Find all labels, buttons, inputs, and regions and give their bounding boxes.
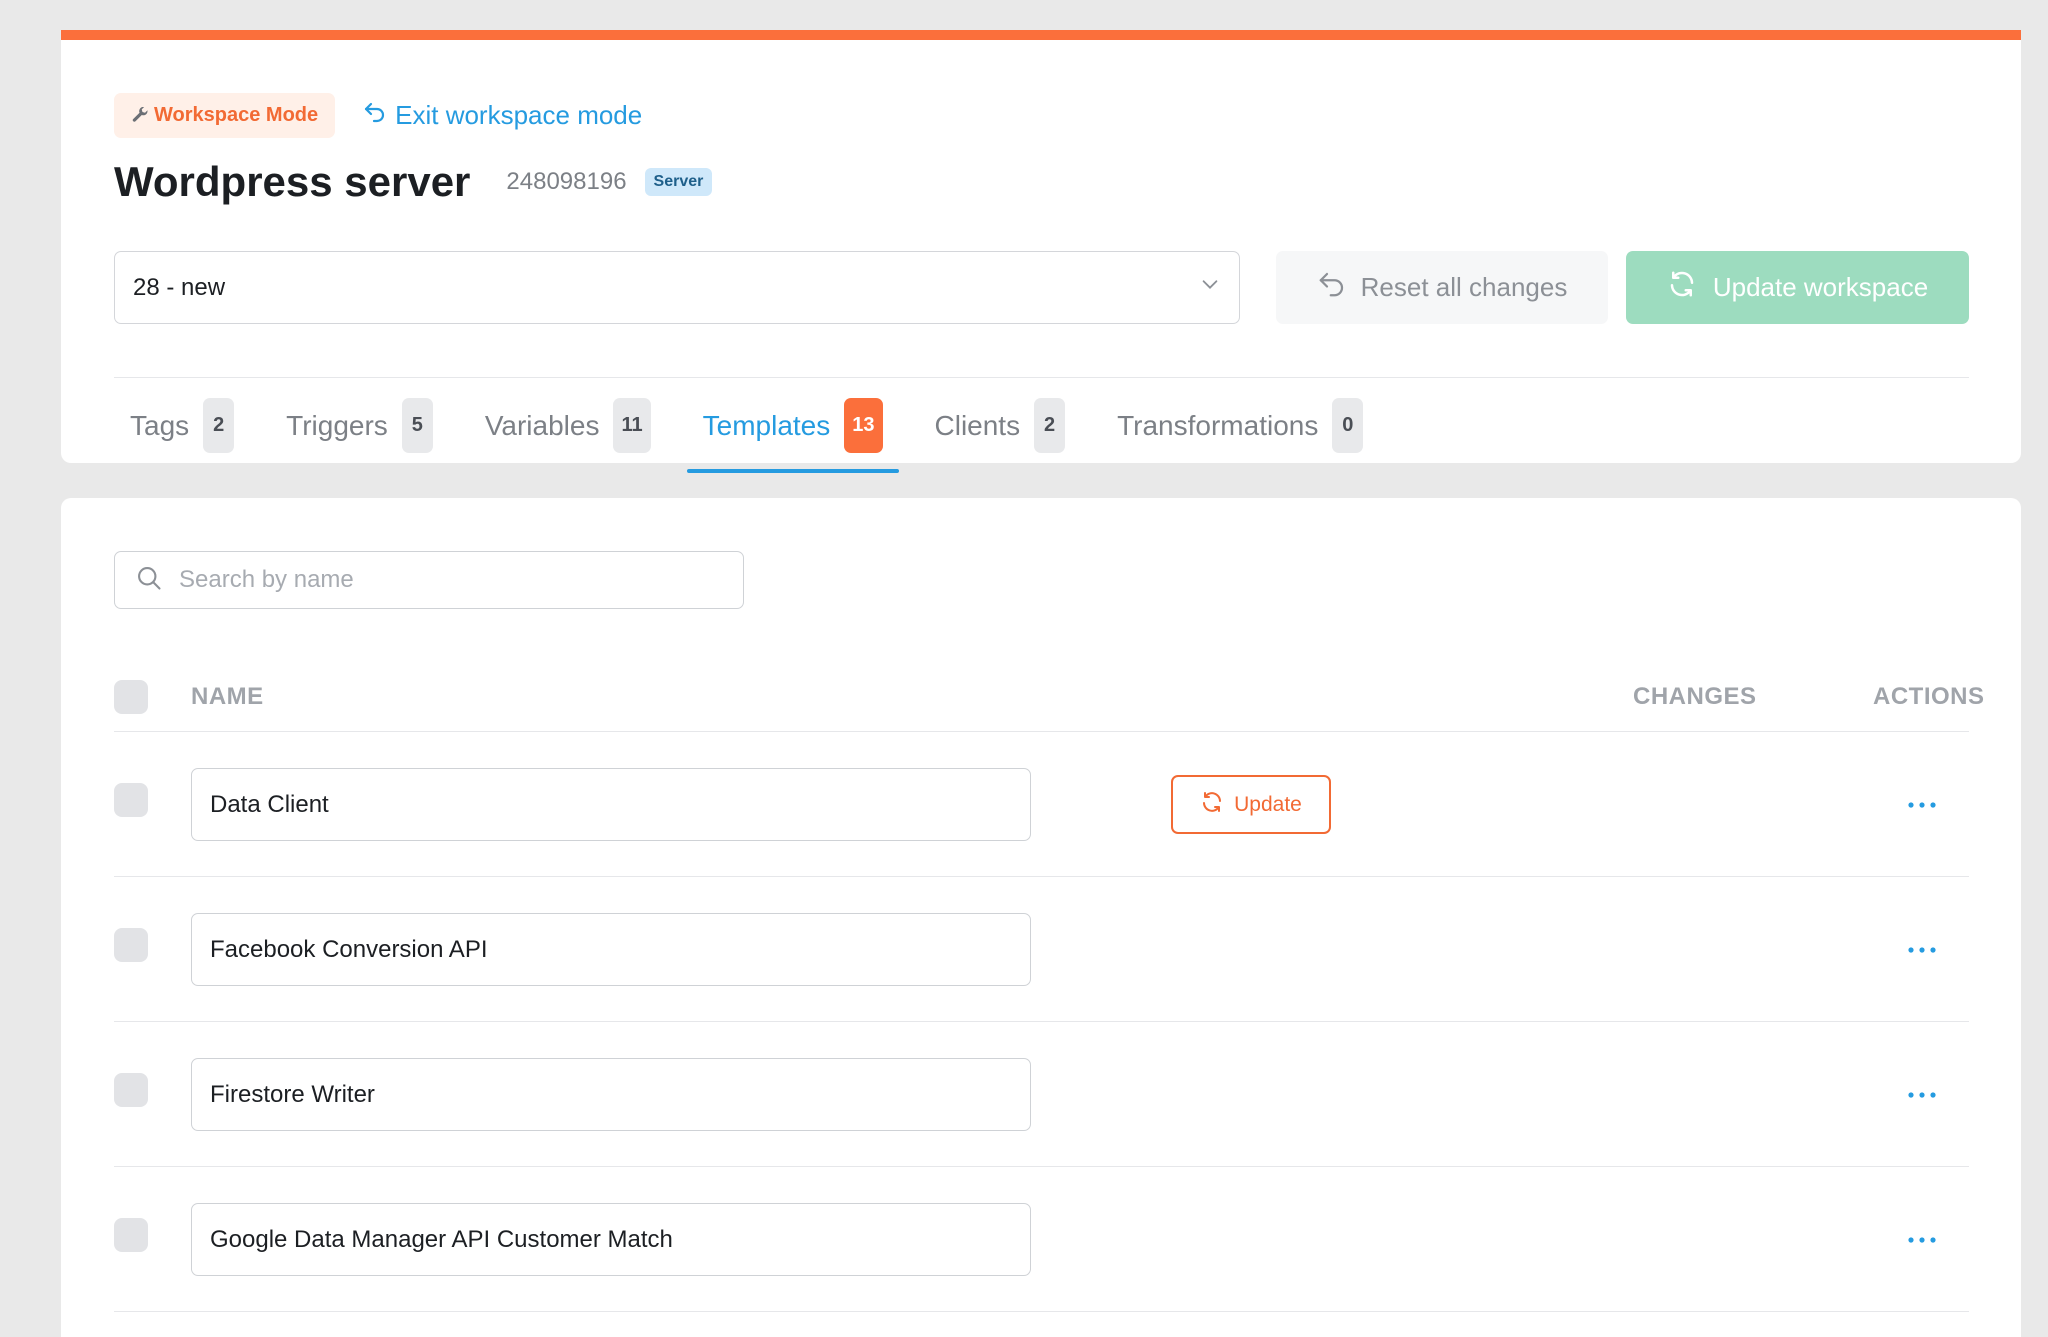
column-header-changes: CHANGES	[1633, 683, 1757, 710]
search-icon	[135, 564, 163, 597]
tab-count-badge: 5	[401, 398, 433, 453]
tab-label: Transformations	[1117, 409, 1319, 441]
more-dots-icon	[1907, 1231, 1937, 1249]
template-name-field[interactable]: Data Client	[191, 768, 1031, 841]
workspace-mode-badge: Workspace Mode	[114, 93, 336, 138]
page-title: Wordpress server	[114, 158, 471, 205]
container-type-badge: Server	[644, 168, 713, 196]
undo-arrow-icon	[363, 100, 395, 131]
column-header-name: NAME	[191, 683, 264, 710]
chevron-down-icon	[1199, 273, 1221, 302]
template-name-field[interactable]: Facebook Conversion API	[191, 913, 1031, 986]
table-row: Facebook Conversion API	[114, 877, 1969, 1022]
tab-label: Templates	[702, 409, 831, 441]
reset-all-changes-button[interactable]: Reset all changes	[1276, 251, 1608, 324]
template-name-field[interactable]: Firestore Writer	[191, 1058, 1031, 1131]
wrench-icon	[131, 106, 149, 125]
column-header-actions: ACTIONS	[1873, 683, 1985, 710]
exit-workspace-label: Exit workspace mode	[395, 100, 643, 130]
tab-templates[interactable]: Templates 13	[686, 378, 899, 473]
row-checkbox[interactable]	[114, 928, 148, 962]
search-field[interactable]	[114, 551, 744, 609]
reset-all-changes-label: Reset all changes	[1360, 272, 1568, 302]
table-row: Data Client Update	[114, 732, 1969, 877]
update-workspace-button[interactable]: Update workspace	[1626, 251, 1969, 324]
table-header: NAME CHANGES ACTIONS	[114, 663, 1984, 732]
template-update-button[interactable]: Update	[1171, 775, 1331, 834]
workspace-mode-row: Workspace Mode Exit workspace mode	[114, 93, 642, 138]
tab-count-badge: 13	[844, 398, 883, 453]
container-id: 248098196	[506, 168, 627, 195]
table-row: Google Data Manager API Customer Match	[114, 1167, 1969, 1312]
version-select[interactable]: 28 - new	[114, 251, 1240, 324]
more-dots-icon	[1907, 1086, 1937, 1104]
workspace-controls: 28 - new Reset all changes Update worksp…	[114, 251, 1969, 324]
tab-clients[interactable]: Clients 2	[919, 378, 1082, 473]
tab-tags[interactable]: Tags 2	[114, 378, 250, 473]
update-workspace-label: Update workspace	[1712, 272, 1929, 302]
tab-count-badge: 2	[203, 398, 235, 453]
refresh-icon	[1667, 269, 1713, 306]
more-dots-icon	[1907, 796, 1937, 814]
entity-tabs: Tags 2 Triggers 5 Variables 11 Templates…	[114, 377, 1969, 473]
row-checkbox[interactable]	[114, 783, 148, 817]
tab-triggers[interactable]: Triggers 5	[270, 378, 449, 473]
tab-label: Triggers	[286, 409, 388, 441]
refresh-icon	[1200, 790, 1234, 820]
tab-variables[interactable]: Variables 11	[469, 378, 667, 473]
tab-count-badge: 11	[613, 398, 651, 453]
row-checkbox[interactable]	[114, 1218, 148, 1252]
tab-label: Clients	[934, 409, 1021, 441]
row-actions-button[interactable]	[1902, 935, 1942, 965]
tab-label: Variables	[484, 409, 600, 441]
templates-list-card: NAME CHANGES ACTIONS Data Client Update …	[61, 498, 2021, 1337]
exit-workspace-link[interactable]: Exit workspace mode	[363, 100, 642, 131]
row-actions-button[interactable]	[1902, 1225, 1942, 1255]
workspace-header-card: Workspace Mode Exit workspace mode Wordp…	[61, 30, 2021, 473]
table-row: Firestore Writer	[114, 1022, 1969, 1167]
version-select-value: 28 - new	[133, 273, 226, 301]
workspace-mode-label: Workspace Mode	[154, 104, 319, 126]
template-name-field[interactable]: Google Data Manager API Customer Match	[191, 1203, 1031, 1276]
tab-count-badge: 0	[1332, 398, 1364, 453]
row-actions-button[interactable]	[1902, 1080, 1942, 1110]
undo-arrow-icon	[1317, 269, 1361, 306]
select-all-checkbox[interactable]	[114, 680, 148, 714]
more-dots-icon	[1907, 941, 1937, 959]
row-checkbox[interactable]	[114, 1073, 148, 1107]
tab-label: Tags	[130, 409, 190, 441]
row-actions-button[interactable]	[1902, 790, 1942, 820]
tab-count-badge: 2	[1034, 398, 1066, 453]
tab-transformations[interactable]: Transformations 0	[1101, 378, 1379, 473]
search-input[interactable]	[179, 566, 719, 594]
template-update-label: Update	[1234, 792, 1302, 816]
container-title-row: Wordpress server 248098196 Server	[114, 158, 713, 206]
